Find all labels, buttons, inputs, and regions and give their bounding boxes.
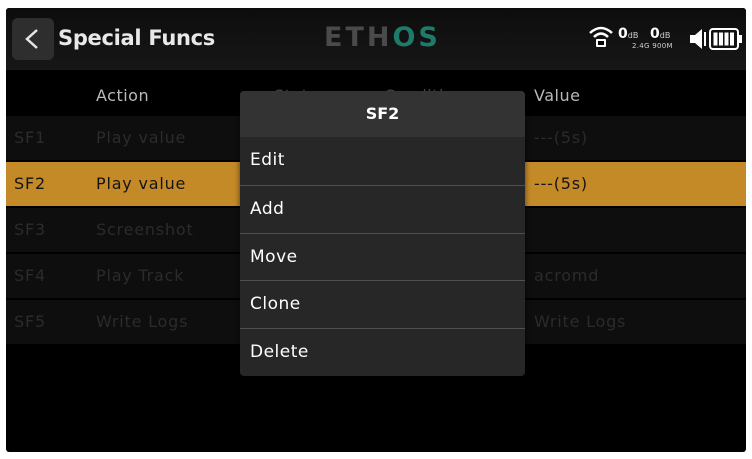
back-button[interactable] xyxy=(12,18,54,60)
row-value: ---(5s) xyxy=(534,128,588,147)
menu-item-label: Delete xyxy=(250,342,309,362)
row-action: Play value xyxy=(96,128,187,147)
back-arrow-icon xyxy=(25,29,38,49)
column-header-action: Action xyxy=(96,86,150,105)
wifi-signal-icon xyxy=(589,26,613,47)
logo-main: ETH xyxy=(324,22,393,53)
menu-item-label: Add xyxy=(250,199,285,219)
row-id: SF5 xyxy=(14,312,46,331)
volume-icon xyxy=(690,29,706,49)
row-value: ---(5s) xyxy=(534,174,588,193)
row-action: Write Logs xyxy=(96,312,189,331)
brand-logo: ETHOS xyxy=(324,22,441,53)
menu-item-move[interactable]: Move xyxy=(240,233,525,279)
column-header-value: Value xyxy=(534,86,581,105)
page-title: Special Funcs xyxy=(58,26,215,50)
row-id: SF1 xyxy=(14,128,46,147)
rssi-1: 0dB xyxy=(618,26,639,42)
row-id: SF2 xyxy=(14,174,46,193)
band-label: 2.4G 900M xyxy=(632,42,673,50)
header-bar: Special Funcs ETHOS 0dB 0dB 2.4G 900M xyxy=(6,8,746,70)
row-action: Play value xyxy=(96,174,187,193)
row-value: acromd xyxy=(534,266,600,285)
screen: Special Funcs ETHOS 0dB 0dB 2.4G 900M Ac… xyxy=(0,0,752,459)
row-id: SF3 xyxy=(14,220,46,239)
menu-item-label: Move xyxy=(250,247,298,267)
menu-item-clone[interactable]: Clone xyxy=(240,280,525,326)
menu-item-label: Clone xyxy=(250,294,301,314)
row-value: Write Logs xyxy=(534,312,627,331)
radio-display: Special Funcs ETHOS 0dB 0dB 2.4G 900M Ac… xyxy=(6,8,746,452)
battery-icon xyxy=(709,28,742,50)
context-menu: SF2 Edit Add Move Clone Delete xyxy=(240,91,525,376)
context-menu-title: SF2 xyxy=(240,91,525,137)
menu-item-add[interactable]: Add xyxy=(240,185,525,231)
row-id: SF4 xyxy=(14,266,46,285)
menu-item-edit[interactable]: Edit xyxy=(240,137,525,183)
logo-accent: OS xyxy=(392,22,441,53)
menu-item-delete[interactable]: Delete xyxy=(240,328,525,374)
rssi-2: 0dB xyxy=(650,26,671,42)
row-action: Play Track xyxy=(96,266,185,285)
status-area: 0dB 0dB 2.4G 900M xyxy=(588,22,744,56)
row-action: Screenshot xyxy=(96,220,194,239)
menu-item-label: Edit xyxy=(250,150,285,170)
